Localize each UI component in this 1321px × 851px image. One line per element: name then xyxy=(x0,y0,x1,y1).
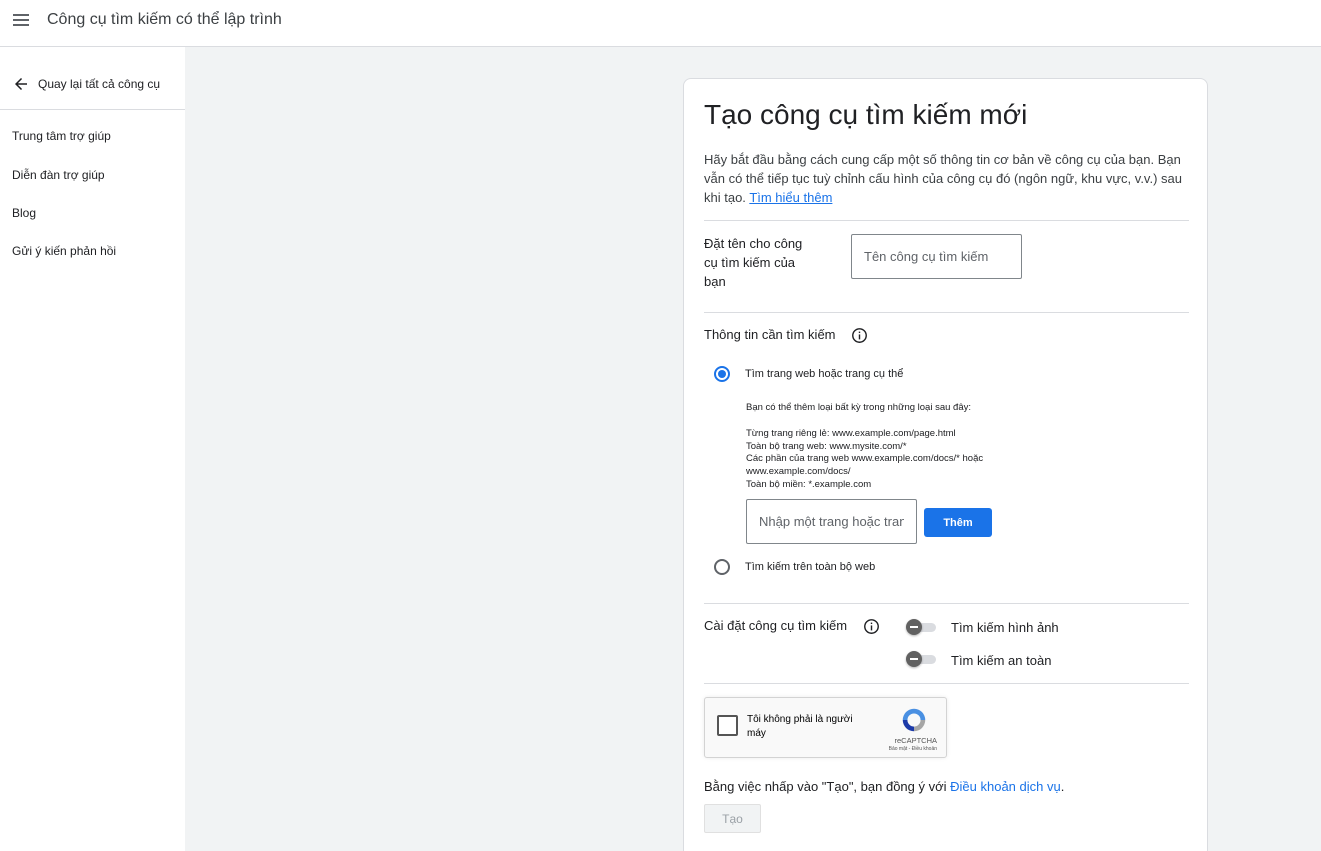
recaptcha-checkbox[interactable] xyxy=(717,715,738,736)
site-url-input[interactable] xyxy=(746,499,917,544)
sidebar-item-help-forum[interactable]: Diễn đàn trợ giúp xyxy=(12,168,105,182)
hint-line: Từng trang riêng lẻ: www.example.com/pag… xyxy=(746,428,956,439)
terms-text: Bằng việc nhấp vào "Tạo", bạn đồng ý với… xyxy=(704,779,1064,794)
sidebar-item-feedback[interactable]: Gửi ý kiến phản hồi xyxy=(12,244,116,258)
name-field-label: Đặt tên cho công cụ tìm kiếm của bạn xyxy=(704,236,803,289)
back-link-label: Quay lại tất cả công cụ xyxy=(38,77,161,91)
radio-specific-sites[interactable] xyxy=(714,366,730,382)
page-title: Tạo công cụ tìm kiếm mới xyxy=(704,99,1028,130)
hint-intro: Bạn có thể thêm loại bất kỳ trong những … xyxy=(746,402,971,413)
option-specific-sites-label[interactable]: Tìm trang web hoặc trang cụ thể xyxy=(745,368,903,380)
arrow-back-icon xyxy=(15,78,27,90)
recaptcha-label: Tôi không phải là người máy xyxy=(747,714,853,739)
create-engine-card: Tạo công cụ tìm kiếm mới Hãy bắt đầu bằn… xyxy=(683,78,1208,851)
info-icon[interactable] xyxy=(851,327,868,344)
top-app-bar: Công cụ tìm kiếm có thể lập trình xyxy=(0,0,1321,47)
image-search-toggle[interactable] xyxy=(906,619,938,635)
divider xyxy=(704,220,1189,221)
add-site-button[interactable]: Thêm xyxy=(924,508,992,537)
radio-entire-web[interactable] xyxy=(714,559,730,575)
back-to-all-tools-link[interactable]: Quay lại tất cả công cụ xyxy=(12,75,160,93)
recaptcha-links[interactable]: Bảo mật - Điều khoản xyxy=(863,746,937,752)
hint-line: Các phần của trang web www.example.com/d… xyxy=(746,453,984,464)
sidebar-item-help-center[interactable]: Trung tâm trợ giúp xyxy=(12,129,111,143)
sidebar-divider xyxy=(0,109,185,110)
search-what-label: Thông tin cần tìm kiếm xyxy=(704,327,836,342)
learn-more-link[interactable]: Tìm hiểu thêm xyxy=(749,190,832,205)
hint-line: Toàn bộ miền: *.example.com xyxy=(746,479,872,490)
divider xyxy=(704,312,1189,313)
engine-name-input[interactable] xyxy=(851,234,1022,279)
safe-search-label: Tìm kiếm an toàn xyxy=(951,653,1052,668)
hint-line: www.example.com/docs/ xyxy=(746,466,851,477)
divider xyxy=(704,603,1189,604)
terms-suffix: . xyxy=(1060,779,1065,794)
image-search-label: Tìm kiếm hình ảnh xyxy=(951,620,1059,635)
menu-icon[interactable] xyxy=(13,14,31,28)
terms-of-service-link[interactable]: Điều khoản dịch vụ xyxy=(950,779,1061,794)
option-entire-web-label[interactable]: Tìm kiếm trên toàn bộ web xyxy=(745,561,875,573)
settings-label: Cài đặt công cụ tìm kiếm xyxy=(704,618,848,633)
info-icon[interactable] xyxy=(863,618,880,635)
sidebar-item-blog[interactable]: Blog xyxy=(12,206,36,220)
recaptcha-logo-icon xyxy=(902,708,926,732)
sidebar: Quay lại tất cả công cụ Trung tâm trợ gi… xyxy=(0,47,185,851)
app-title: Công cụ tìm kiếm có thể lập trình xyxy=(47,11,282,28)
safe-search-toggle[interactable] xyxy=(906,651,938,667)
divider xyxy=(704,683,1189,684)
recaptcha-widget: Tôi không phải là người máy reCAPTCHA Bả… xyxy=(704,697,947,758)
create-button[interactable]: Tạo xyxy=(704,804,761,833)
recaptcha-brand: reCAPTCHA xyxy=(894,736,937,745)
terms-prefix: Bằng việc nhấp vào "Tạo", bạn đồng ý với xyxy=(704,779,951,794)
intro-text: Hãy bắt đầu bằng cách cung cấp một số th… xyxy=(704,150,1184,207)
